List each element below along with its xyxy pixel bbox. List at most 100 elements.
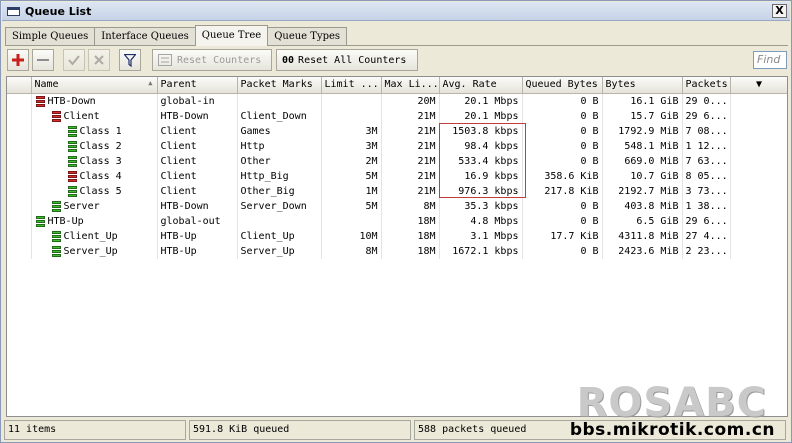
- queue-green-icon: [67, 185, 77, 197]
- reset-all-counters-button[interactable]: 00 Reset All Counters: [276, 49, 418, 71]
- window-title: Queue List: [25, 5, 92, 18]
- cell-bytes: 2192.7 MiB: [602, 183, 683, 199]
- cell-bytes: 6.5 GiB: [602, 213, 683, 229]
- table-row[interactable]: Class 2 Client Http 3M 21M 98.4 kbps 0 B 548.1 …: [7, 138, 787, 154]
- queue-name: HTB-Up: [47, 215, 84, 227]
- cell-parent: global-out: [157, 213, 238, 229]
- header-checkbox[interactable]: [7, 77, 32, 94]
- row-checkbox-cell[interactable]: [7, 243, 32, 259]
- cell-name: Class 3: [31, 153, 158, 169]
- cell-name: Class 2: [31, 138, 158, 154]
- find-input[interactable]: Find: [753, 51, 787, 69]
- row-checkbox-cell[interactable]: [7, 183, 32, 199]
- row-spare-cell: [730, 228, 787, 244]
- cell-avg-rate: 20.1 Mbps: [439, 93, 523, 109]
- header-avg-rate[interactable]: Avg. Rate: [439, 77, 523, 94]
- queue-red-icon: [35, 95, 45, 107]
- cell-avg-rate: 35.3 kbps: [439, 198, 523, 214]
- header-parent[interactable]: Parent: [157, 77, 238, 94]
- cell-name: Server: [31, 198, 158, 214]
- row-spare-cell: [730, 108, 787, 124]
- filter-button[interactable]: [119, 49, 141, 71]
- cell-limit-at: 5M: [321, 198, 382, 214]
- cell-max-limit: 18M: [381, 213, 440, 229]
- column-menu-button[interactable]: ▼: [730, 77, 787, 94]
- queue-green-icon: [51, 230, 61, 242]
- cell-queued-bytes: 0 B: [522, 153, 603, 169]
- cell-queued-bytes: 0 B: [522, 198, 603, 214]
- table-row[interactable]: Server_Up HTB-Up Server_Up 8M 18M 1672.1 kbps…: [7, 243, 787, 259]
- table-row[interactable]: Client HTB-Down Client_Down 21M 20.1 Mbps 0 B…: [7, 108, 787, 124]
- table-row[interactable]: Class 3 Client Other 2M 21M 533.4 kbps 0 B 669.…: [7, 153, 787, 169]
- cell-max-limit: 21M: [381, 168, 440, 184]
- cell-name: Class 1: [31, 123, 158, 139]
- table-row[interactable]: Class 4 Client Http_Big 5M 21M 16.9 kbps 358.6…: [7, 168, 787, 184]
- cell-packet-marks: Http_Big: [237, 168, 322, 184]
- cell-parent: HTB-Up: [157, 243, 238, 259]
- cell-packet-marks: Other: [237, 153, 322, 169]
- tab-interface-queues[interactable]: Interface Queues: [94, 27, 196, 46]
- tab-queue-types[interactable]: Queue Types: [267, 27, 348, 46]
- cell-bytes: 669.0 MiB: [602, 153, 683, 169]
- table-row[interactable]: HTB-Up global-out 18M 4.8 Mbps 0 B 6.5 GiB 29 …: [7, 213, 787, 229]
- queue-name: Server_Up: [63, 245, 118, 257]
- header-limit-at[interactable]: Limit ...: [321, 77, 382, 94]
- cell-parent: Client: [157, 153, 238, 169]
- queue-name: Client: [63, 110, 100, 122]
- row-checkbox-cell[interactable]: [7, 123, 32, 139]
- queue-name: Class 3: [79, 155, 122, 167]
- table-row[interactable]: Class 1 Client Games 3M 21M 1503.8 kbps 0 B 179…: [7, 123, 787, 139]
- row-spare-cell: [730, 243, 787, 259]
- window-icon: [7, 7, 20, 16]
- header-bytes[interactable]: Bytes: [602, 77, 683, 94]
- title-bar[interactable]: Queue List X: [2, 2, 790, 21]
- row-checkbox-cell[interactable]: [7, 168, 32, 184]
- disable-button[interactable]: [88, 49, 110, 71]
- tab-queue-tree[interactable]: Queue Tree: [194, 25, 269, 46]
- table-row[interactable]: HTB-Down global-in 20M 20.1 Mbps 0 B 16.1 GiB…: [7, 93, 787, 109]
- close-button[interactable]: X: [772, 4, 787, 18]
- row-checkbox-cell[interactable]: [7, 93, 32, 109]
- reset-all-counters-label: Reset All Counters: [298, 54, 407, 66]
- add-button[interactable]: [7, 49, 29, 71]
- row-checkbox-cell[interactable]: [7, 213, 32, 229]
- reset-counters-icon: [158, 54, 172, 66]
- row-checkbox-cell[interactable]: [7, 198, 32, 214]
- reset-all-counters-icon: 00: [282, 54, 295, 66]
- queue-green-icon: [67, 125, 77, 137]
- cell-avg-rate: 1672.1 kbps: [439, 243, 523, 259]
- cell-packet-marks: Games: [237, 123, 322, 139]
- header-queued-bytes[interactable]: Queued Bytes: [522, 77, 603, 94]
- header-max-limit[interactable]: Max Li...: [381, 77, 440, 94]
- table-row[interactable]: Server HTB-Down Server_Down 5M 8M 35.3 kbps 0 …: [7, 198, 787, 214]
- table-row[interactable]: Client_Up HTB-Up Client_Up 10M 18M 3.1 Mbps 17…: [7, 228, 787, 244]
- row-spare-cell: [730, 198, 787, 214]
- cell-limit-at: 3M: [321, 138, 382, 154]
- queue-name: Class 4: [79, 170, 122, 182]
- header-packets[interactable]: Packets: [682, 77, 731, 94]
- row-spare-cell: [730, 138, 787, 154]
- header-name[interactable]: Name: [31, 77, 158, 94]
- cell-packet-marks: Client_Up: [237, 228, 322, 244]
- header-packet-marks[interactable]: Packet Marks: [237, 77, 322, 94]
- enable-button[interactable]: [63, 49, 85, 71]
- remove-button[interactable]: [32, 49, 54, 71]
- cell-bytes: 1792.9 MiB: [602, 123, 683, 139]
- row-spare-cell: [730, 123, 787, 139]
- cell-packets: 29 6...: [682, 108, 731, 124]
- queue-name: HTB-Down: [47, 95, 96, 107]
- toolbar: Reset Counters 00 Reset All Counters Fin…: [5, 49, 789, 73]
- cell-limit-at: [321, 213, 382, 229]
- table-row[interactable]: Class 5 Client Other_Big 1M 21M 976.3 kbps 217…: [7, 183, 787, 199]
- row-checkbox-cell[interactable]: [7, 138, 32, 154]
- cell-queued-bytes: 17.7 KiB: [522, 228, 603, 244]
- row-checkbox-cell[interactable]: [7, 228, 32, 244]
- cell-limit-at: 8M: [321, 243, 382, 259]
- cell-queued-bytes: 358.6 KiB: [522, 168, 603, 184]
- row-checkbox-cell[interactable]: [7, 108, 32, 124]
- tab-simple-queues[interactable]: Simple Queues: [5, 27, 96, 46]
- row-spare-cell: [730, 183, 787, 199]
- row-checkbox-cell[interactable]: [7, 153, 32, 169]
- queue-red-icon: [67, 170, 77, 182]
- reset-counters-button[interactable]: Reset Counters: [152, 49, 272, 71]
